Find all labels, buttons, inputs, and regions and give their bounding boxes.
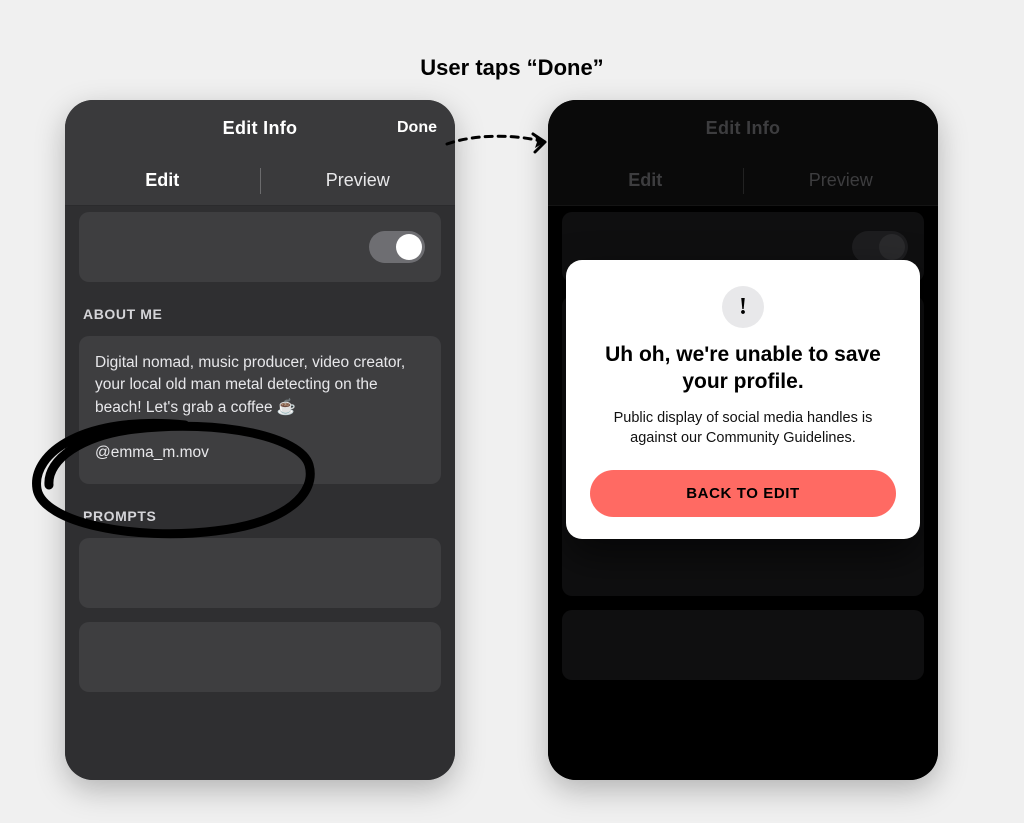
toggle-knob: [396, 234, 422, 260]
section-label-prompts: PROMPTS: [83, 508, 441, 524]
toggle-switch-dimmed: [852, 231, 908, 263]
alert-icon: !: [722, 286, 764, 328]
edit-scroll-area: ABOUT ME Digital nomad, music producer, …: [65, 206, 455, 780]
modal-title: Uh oh, we're unable to save your profile…: [590, 342, 896, 396]
flow-caption: User taps “Done”: [0, 55, 1024, 81]
prompt-card-2[interactable]: [79, 622, 441, 692]
section-label-about: ABOUT ME: [83, 306, 441, 322]
tab-edit[interactable]: Edit: [65, 156, 260, 205]
about-me-text: Digital nomad, music producer, video cre…: [95, 352, 425, 464]
nav-title-dimmed: Edit Info: [706, 118, 781, 139]
toggle-switch[interactable]: [369, 231, 425, 263]
toggle-knob-dimmed: [879, 234, 905, 260]
phone-edit-screen: Edit Info Done Edit Preview ABOUT ME Dig…: [65, 100, 455, 780]
nav-bar: Edit Info Done: [65, 100, 455, 156]
modal-body: Public display of social media handles i…: [590, 408, 896, 449]
back-to-edit-button[interactable]: BACK TO EDIT: [590, 470, 896, 517]
tab-bar-dimmed: Edit Preview: [548, 156, 938, 206]
done-button[interactable]: Done: [397, 100, 437, 156]
prompt-card-1[interactable]: [79, 538, 441, 608]
nav-bar-dimmed: Edit Info: [548, 100, 938, 156]
tab-bar: Edit Preview: [65, 156, 455, 206]
tab-preview-dimmed: Preview: [744, 156, 939, 205]
about-me-card[interactable]: Digital nomad, music producer, video cre…: [79, 336, 441, 484]
nav-title: Edit Info: [223, 118, 298, 139]
tab-preview[interactable]: Preview: [261, 156, 456, 205]
prompt-card-dimmed: [562, 610, 924, 680]
setting-row-toggle: [79, 212, 441, 282]
phone-error-screen: Edit Info Edit Preview ! Uh oh, we're un…: [548, 100, 938, 780]
error-modal: ! Uh oh, we're unable to save your profi…: [566, 260, 920, 539]
annotation-arrow: [445, 128, 560, 156]
tab-edit-dimmed: Edit: [548, 156, 743, 205]
